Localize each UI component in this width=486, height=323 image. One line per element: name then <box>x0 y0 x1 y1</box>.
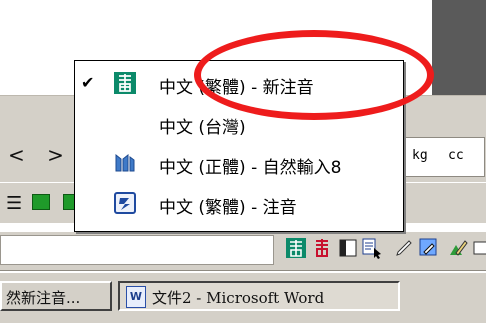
unit-cc: cc <box>448 148 464 163</box>
menu-item-natural-input[interactable]: 中文 (正體) - 自然輸入8 <box>75 145 403 181</box>
ime-input-field[interactable] <box>0 235 274 265</box>
annotation-circle <box>194 30 434 120</box>
nav-arrows[interactable]: < > <box>8 143 72 167</box>
word-document-icon: W <box>126 286 146 308</box>
dark-panel <box>432 0 486 95</box>
ime-green-icon[interactable] <box>284 236 308 260</box>
unit-kg: kg <box>412 148 428 163</box>
natural-input-ime-icon <box>113 151 137 175</box>
units-box: kg cc <box>403 137 485 177</box>
menu-item-label: 中文 (正體) - 自然輸入8 <box>159 158 342 178</box>
taskbar-button-word[interactable]: W 文件2 - Microsoft Word <box>118 281 400 311</box>
menu-item-label: 中文 (繁體) - 注音 <box>159 198 297 218</box>
checkmark-icon: ✔ <box>81 73 95 92</box>
menu-item-phonetic[interactable]: 中文 (繁體) - 注音 <box>75 185 403 221</box>
document-cursor-icon[interactable] <box>360 236 384 260</box>
keyboard-icon[interactable] <box>469 236 486 260</box>
phonetic-ime-icon <box>113 191 137 215</box>
pen-icon[interactable] <box>392 236 416 260</box>
menu-item-label: 中文 (台灣) <box>159 118 246 138</box>
edit-note-icon[interactable] <box>417 236 441 260</box>
taskbar-button-ime[interactable]: 然新注音... <box>0 281 112 311</box>
handwriting-icon[interactable] <box>446 236 470 260</box>
new-phonetic-ime-icon <box>113 71 137 95</box>
taskbar-button-word-label: 文件2 - Microsoft Word <box>152 289 325 307</box>
split-panel-icon[interactable] <box>336 236 360 260</box>
ime-red-icon[interactable] <box>310 236 334 260</box>
list-icon[interactable]: ☰ <box>6 193 22 214</box>
taskbar-button-ime-label: 然新注音... <box>6 289 81 307</box>
green-square-icon[interactable] <box>32 194 50 210</box>
